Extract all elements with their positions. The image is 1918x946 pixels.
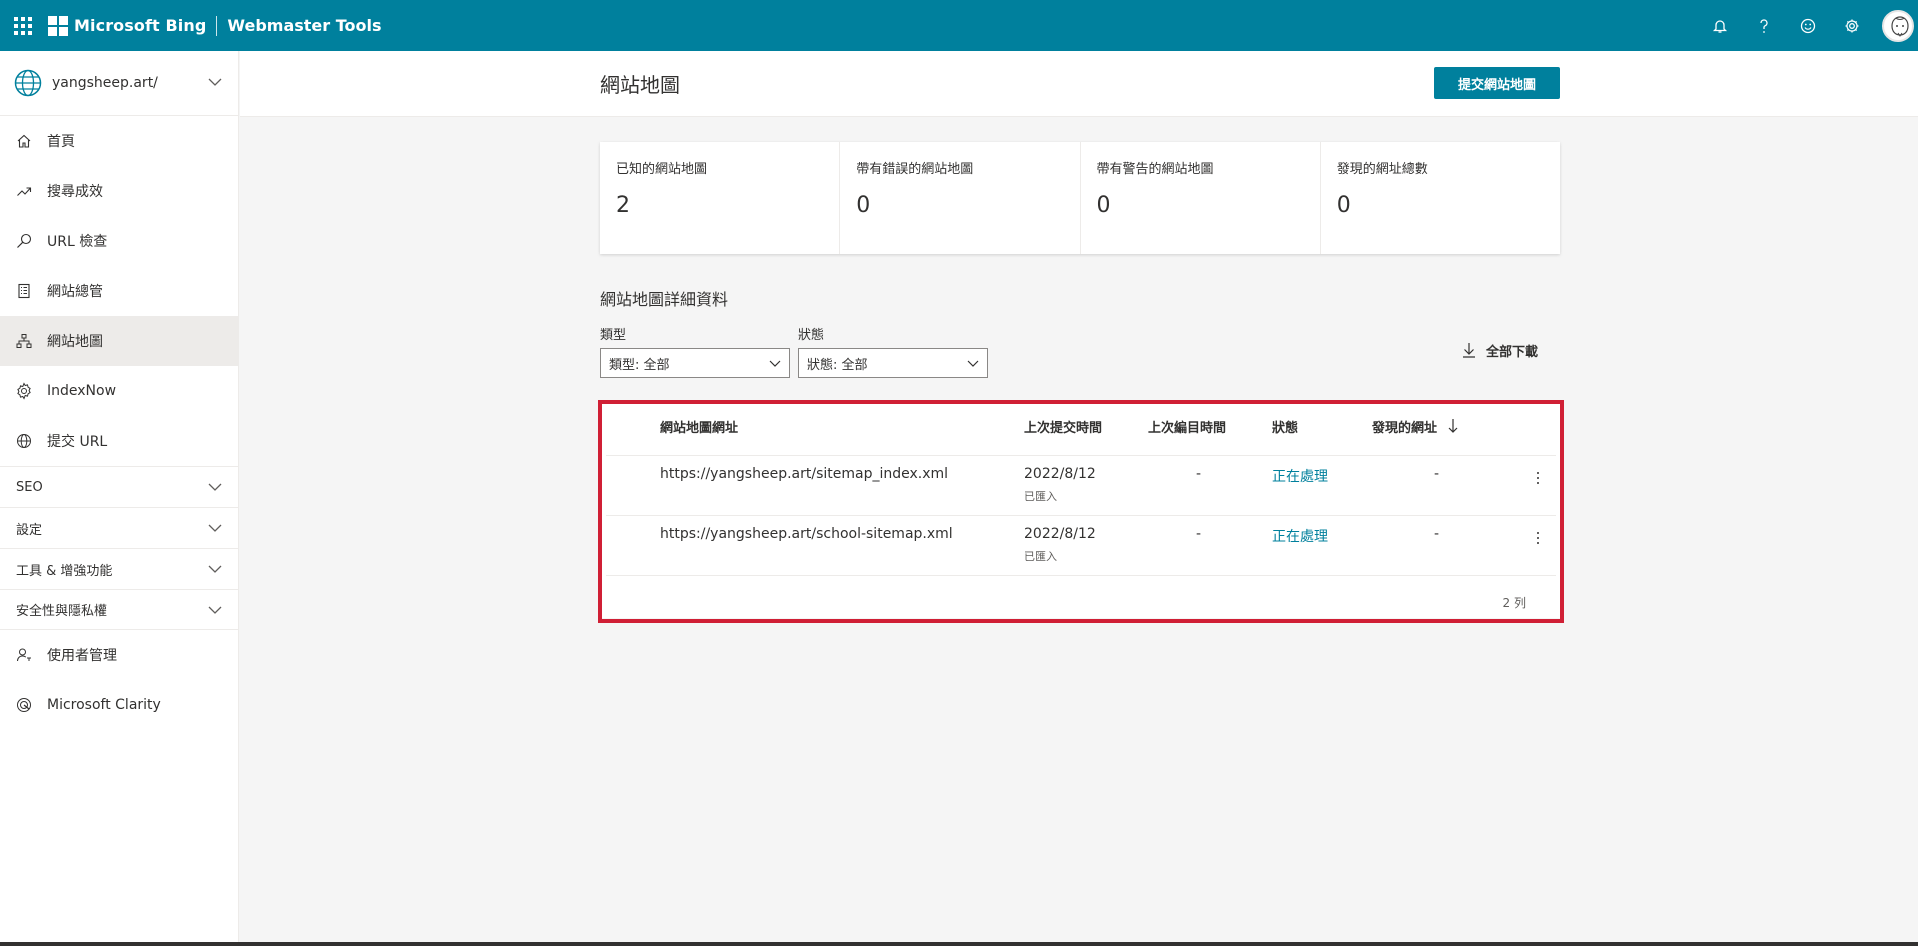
sidebar-item-sitemaps[interactable]: 網站地圖 bbox=[0, 316, 238, 366]
home-icon bbox=[15, 132, 33, 150]
globe-icon bbox=[14, 69, 42, 97]
sidebar-item-user-management[interactable]: 使用者管理 bbox=[0, 630, 238, 680]
sidebar-item-indexnow[interactable]: IndexNow bbox=[0, 366, 238, 416]
sidebar-item-home[interactable]: 首頁 bbox=[0, 116, 238, 166]
stat-card-known-sitemaps: 已知的網站地圖 2 bbox=[600, 142, 841, 254]
sidebar-item-url-inspection[interactable]: URL 檢查 bbox=[0, 216, 238, 266]
sitemap-table: 網站地圖網址 上次提交時間 上次編目時間 狀態 發現的網址 https://ya… bbox=[600, 402, 1560, 618]
bottom-edge bbox=[0, 942, 1918, 946]
sitemap-url[interactable]: https://yangsheep.art/school-sitemap.xml bbox=[660, 526, 953, 542]
row-divider bbox=[606, 575, 1556, 576]
submitted-sub-status: 已匯入 bbox=[1024, 550, 1057, 563]
document-icon bbox=[15, 282, 33, 300]
discovered-urls: - bbox=[1434, 526, 1440, 542]
gear-icon bbox=[15, 382, 33, 400]
product-name[interactable]: Webmaster Tools bbox=[227, 16, 381, 35]
sitemap-icon bbox=[15, 332, 33, 350]
stat-cards: 已知的網站地圖 2 帶有錯誤的網站地圖 0 帶有警告的網站地圖 0 發現的網址總… bbox=[600, 142, 1560, 254]
sidebar-item-microsoft-clarity[interactable]: Microsoft Clarity bbox=[0, 680, 238, 730]
clarity-icon bbox=[15, 696, 33, 714]
trend-icon bbox=[15, 182, 33, 200]
sidebar-item-search-performance[interactable]: 搜尋成效 bbox=[0, 166, 238, 216]
sidebar-group-security[interactable]: 安全性與隱私權 bbox=[0, 589, 238, 630]
discovered-urls: - bbox=[1434, 466, 1440, 482]
search-icon bbox=[15, 232, 33, 250]
chevron-down-icon bbox=[769, 360, 781, 367]
site-name: yangsheep.art/ bbox=[52, 75, 158, 91]
chevron-down-icon bbox=[208, 606, 222, 614]
download-all-button[interactable]: 全部下載 bbox=[1462, 338, 1538, 362]
submit-sitemap-button[interactable]: 提交網站地圖 bbox=[1434, 67, 1560, 99]
stat-card-error-sitemaps: 帶有錯誤的網站地圖 0 bbox=[840, 142, 1081, 254]
sidebar-group-seo[interactable]: SEO bbox=[0, 466, 238, 507]
download-icon bbox=[1463, 343, 1475, 358]
status-filter-label: 狀態 bbox=[798, 328, 825, 343]
type-filter-dropdown[interactable]: 類型: 全部 bbox=[600, 348, 790, 378]
sidebar-group-settings[interactable]: 設定 bbox=[0, 507, 238, 548]
table-row[interactable]: https://yangsheep.art/sitemap_index.xml … bbox=[600, 456, 1560, 516]
last-crawled: - bbox=[1196, 466, 1202, 482]
status-link[interactable]: 正在處理 bbox=[1272, 526, 1328, 546]
chevron-down-icon bbox=[967, 360, 979, 367]
brand-separator bbox=[216, 15, 218, 36]
chevron-down-icon bbox=[208, 78, 222, 86]
status-filter-dropdown[interactable]: 狀態: 全部 bbox=[798, 348, 988, 378]
type-filter-label: 類型 bbox=[600, 328, 627, 343]
column-header-status[interactable]: 狀態 bbox=[1272, 417, 1298, 436]
submitted-sub-status: 已匯入 bbox=[1024, 490, 1057, 503]
section-title: 網站地圖詳細資料 bbox=[600, 290, 729, 309]
status-link[interactable]: 正在處理 bbox=[1272, 466, 1328, 486]
chevron-down-icon bbox=[208, 483, 222, 491]
more-options-icon[interactable] bbox=[1528, 466, 1548, 490]
sidebar: yangsheep.art/ 首頁 搜尋成效 URL 檢查 網站總管 網站地圖 … bbox=[0, 51, 239, 946]
sidebar-item-site-explorer[interactable]: 網站總管 bbox=[0, 266, 238, 316]
sort-descending-icon[interactable] bbox=[1448, 418, 1458, 434]
gear-icon[interactable] bbox=[1830, 0, 1874, 51]
smiley-icon[interactable] bbox=[1786, 0, 1830, 51]
page-title: 網站地圖 bbox=[600, 73, 680, 97]
more-options-icon[interactable] bbox=[1528, 526, 1548, 550]
help-icon[interactable] bbox=[1742, 0, 1786, 51]
table-row[interactable]: https://yangsheep.art/school-sitemap.xml… bbox=[600, 516, 1560, 576]
sidebar-item-submit-url[interactable]: 提交 URL bbox=[0, 416, 238, 466]
chevron-down-icon bbox=[208, 565, 222, 573]
site-selector[interactable]: yangsheep.art/ bbox=[0, 51, 238, 116]
chevron-down-icon bbox=[208, 524, 222, 532]
row-count: 2 列 bbox=[1502, 596, 1526, 610]
last-crawled: - bbox=[1196, 526, 1202, 542]
microsoft-logo-icon bbox=[48, 15, 68, 36]
globe-icon bbox=[15, 432, 33, 450]
column-header-url[interactable]: 網站地圖網址 bbox=[660, 417, 738, 436]
stat-card-discovered-urls: 發現的網址總數 0 bbox=[1336, 162, 1428, 218]
sitemap-url[interactable]: https://yangsheep.art/sitemap_index.xml bbox=[660, 466, 948, 482]
avatar[interactable] bbox=[1882, 9, 1914, 42]
page-header: 網站地圖 提交網站地圖 bbox=[240, 51, 1918, 117]
column-header-last-submitted[interactable]: 上次提交時間 bbox=[1024, 417, 1102, 436]
top-bar: Microsoft Bing Webmaster Tools bbox=[0, 0, 1918, 51]
user-icon bbox=[15, 646, 33, 664]
last-submitted-date: 2022/8/12 bbox=[1024, 526, 1096, 542]
bell-icon[interactable] bbox=[1698, 0, 1742, 51]
column-header-last-crawled[interactable]: 上次編目時間 bbox=[1148, 417, 1226, 436]
brand-name[interactable]: Microsoft Bing bbox=[74, 16, 206, 35]
waffle-icon[interactable] bbox=[0, 0, 46, 51]
stat-card-warning-sitemaps: 帶有警告的網站地圖 0 bbox=[1081, 142, 1321, 254]
column-header-discovered[interactable]: 發現的網址 bbox=[1372, 417, 1437, 436]
last-submitted-date: 2022/8/12 bbox=[1024, 466, 1096, 482]
sidebar-group-tools[interactable]: 工具 & 增強功能 bbox=[0, 548, 238, 589]
table-header-row: 網站地圖網址 上次提交時間 上次編目時間 狀態 發現的網址 bbox=[600, 402, 1560, 455]
